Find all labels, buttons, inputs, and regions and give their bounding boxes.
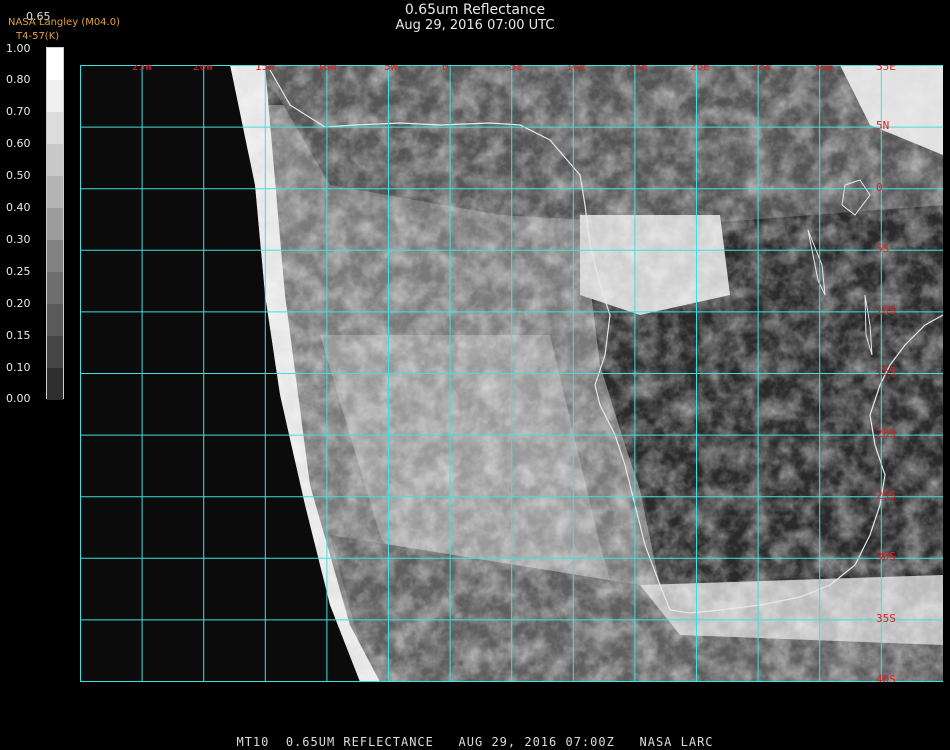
lon-label: 25E [752, 65, 772, 73]
footer-caption: MT10 0.65UM REFLECTANCE AUG 29, 2016 07:… [236, 735, 714, 749]
colorbar-tick-label: 0.15 [6, 329, 31, 342]
lat-label: 5S [876, 242, 890, 255]
colorbar-tick-label: 0.70 [6, 105, 31, 118]
map-imagery [80, 65, 943, 682]
colorbar-step [47, 304, 63, 336]
lon-label: 5W [384, 65, 398, 73]
colorbar-step [47, 368, 63, 400]
colorbar-tick-label: 0.25 [6, 265, 31, 278]
colorbar-step [47, 208, 63, 240]
colorbar-step [47, 80, 63, 112]
image-title: 0.65um Reflectance [404, 2, 546, 18]
colorbar-tick-label: 0.10 [6, 361, 31, 374]
colorbar-step [47, 240, 63, 272]
colorbar-step [47, 48, 63, 80]
lon-label: 15W [255, 65, 275, 73]
lon-label: 25W [132, 65, 152, 73]
colorbar-tick-label: 0.60 [6, 137, 31, 150]
lon-label: 20W [193, 65, 213, 73]
lon-label: 10W [317, 65, 337, 73]
lat-label: 40S [876, 673, 896, 682]
satellite-map: 25W 20W 15W 10W 5W 0 5E 10E 15E 20E 25E … [80, 65, 943, 682]
colorbar-tick-label: 0.80 [6, 73, 31, 86]
colorbar-step [47, 272, 63, 304]
lon-label: 20E [690, 65, 710, 73]
colorbar-step [47, 176, 63, 208]
colorbar-step [47, 112, 63, 144]
lat-label: 35S [876, 612, 896, 625]
lon-label: 35E [876, 65, 896, 73]
colorbar-tick-label: 0.40 [6, 201, 31, 214]
image-timestamp: Aug 29, 2016 07:00 UTC [395, 18, 555, 33]
colorbar-tick-label: 0.00 [6, 392, 31, 405]
lat-label: 25S [876, 489, 896, 502]
colorbar-step [47, 336, 63, 368]
lon-label: 10E [566, 65, 586, 73]
sub-label: T4-57(K) [16, 31, 60, 42]
colorbar-tick-label: 0.20 [6, 297, 31, 310]
lon-label: 0 [442, 65, 449, 73]
lat-label: 10S [876, 304, 896, 317]
lat-label: 15S [876, 365, 896, 378]
colorbar [46, 47, 64, 400]
colorbar-tick-label: 0.30 [6, 233, 31, 246]
lat-label: 20S [876, 427, 896, 440]
lat-label: 0 [876, 181, 883, 194]
credit-label: NASA Langley (M04.0) [8, 17, 120, 28]
lon-label: 15E [628, 65, 648, 73]
colorbar-tick-label: 1.00 [6, 42, 31, 55]
lat-label: 30S [876, 550, 896, 563]
lon-label: 5E [510, 65, 524, 73]
lon-label: 30E [814, 65, 834, 73]
colorbar-tick-label: 0.50 [6, 169, 31, 182]
colorbar-step [47, 144, 63, 176]
lat-label: 5N [876, 119, 890, 132]
